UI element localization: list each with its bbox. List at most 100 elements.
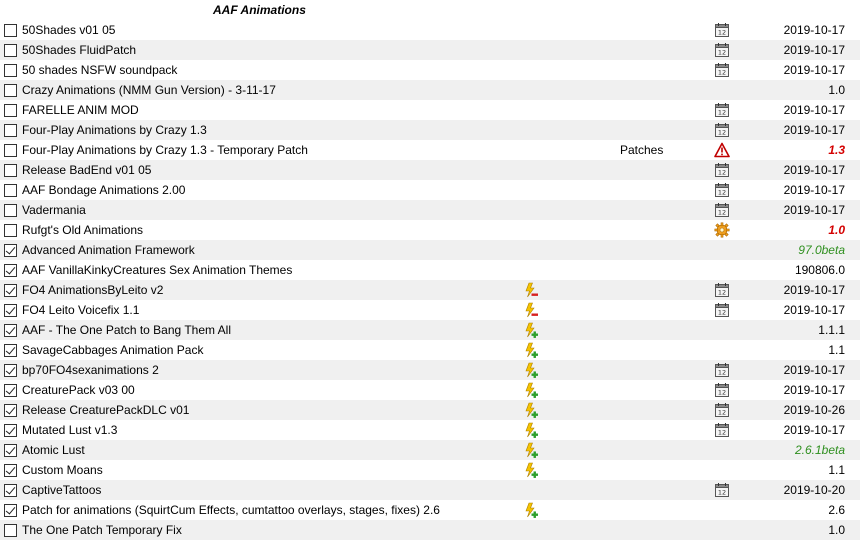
- mod-checkbox[interactable]: [4, 284, 17, 297]
- mod-row[interactable]: Atomic Lust 2.6.1beta: [0, 440, 860, 460]
- calendar-icon: 12: [714, 302, 730, 318]
- mod-version: 1.0: [828, 83, 845, 97]
- group-header[interactable]: AAF Animations: [0, 0, 860, 20]
- mod-row[interactable]: bp70FO4sexanimations 2 12 2019-10-17: [0, 360, 860, 380]
- mod-row[interactable]: 50Shades FluidPatch 12 2019-10-17: [0, 40, 860, 60]
- mod-name: Release BadEnd v01 05: [22, 163, 152, 177]
- calendar-icon: 12: [714, 22, 730, 38]
- mod-name: Advanced Animation Framework: [22, 243, 195, 257]
- svg-text:12: 12: [718, 369, 726, 377]
- mod-row[interactable]: 50 shades NSFW soundpack 12 2019-10-17: [0, 60, 860, 80]
- lightning-minus-icon: [523, 302, 539, 318]
- mod-version: 2019-10-17: [783, 363, 845, 377]
- mod-name: FO4 AnimationsByLeito v2: [22, 283, 164, 297]
- mod-row[interactable]: Rufgt's Old Animations 1.0: [0, 220, 860, 240]
- mod-name: Vadermania: [22, 203, 86, 217]
- mod-checkbox[interactable]: [4, 304, 17, 317]
- mod-checkbox[interactable]: [4, 244, 17, 257]
- mod-checkbox[interactable]: [4, 484, 17, 497]
- svg-text:12: 12: [718, 429, 726, 437]
- mod-row[interactable]: AAF - The One Patch to Bang Them All 1.1.…: [0, 320, 860, 340]
- mod-version: 2019-10-17: [783, 163, 845, 177]
- mod-checkbox[interactable]: [4, 384, 17, 397]
- mod-row[interactable]: Patch for animations (SquirtCum Effects,…: [0, 500, 860, 520]
- mod-row[interactable]: Vadermania 12 2019-10-17: [0, 200, 860, 220]
- mod-checkbox[interactable]: [4, 344, 17, 357]
- mod-row[interactable]: FARELLE ANIM MOD 12 2019-10-17: [0, 100, 860, 120]
- mod-version: 1.0: [828, 223, 845, 237]
- mod-row[interactable]: Four-Play Animations by Crazy 1.3 - Temp…: [0, 140, 860, 160]
- svg-text:12: 12: [718, 189, 726, 197]
- mod-row[interactable]: Advanced Animation Framework 97.0beta: [0, 240, 860, 260]
- mod-version: 190806.0: [794, 263, 845, 277]
- mod-checkbox[interactable]: [4, 364, 17, 377]
- mod-checkbox[interactable]: [4, 224, 17, 237]
- mod-checkbox[interactable]: [4, 64, 17, 77]
- lightning-plus-icon: [523, 382, 539, 398]
- mod-row[interactable]: FO4 AnimationsByLeito v2 12 2019-10-17: [0, 280, 860, 300]
- mod-row[interactable]: AAF Bondage Animations 2.00 12 2019-10-17: [0, 180, 860, 200]
- mod-row[interactable]: Release CreaturePackDLC v01 12 2019-10-26: [0, 400, 860, 420]
- mod-name: 50Shades FluidPatch: [22, 43, 137, 57]
- mod-checkbox[interactable]: [4, 24, 17, 37]
- lightning-plus-icon: [523, 422, 539, 438]
- group-title: AAF Animations: [213, 3, 306, 17]
- calendar-icon: 12: [714, 62, 730, 78]
- mod-checkbox[interactable]: [4, 524, 17, 537]
- svg-text:12: 12: [718, 289, 726, 297]
- mod-version: 1.1.1: [818, 323, 845, 337]
- mod-row[interactable]: Mutated Lust v1.3 12 2019-10-17: [0, 420, 860, 440]
- mod-name: Crazy Animations (NMM Gun Version) - 3-1…: [22, 83, 276, 97]
- calendar-icon: 12: [714, 182, 730, 198]
- lightning-plus-icon: [523, 362, 539, 378]
- calendar-icon: 12: [714, 382, 730, 398]
- mod-checkbox[interactable]: [4, 264, 17, 277]
- svg-text:12: 12: [718, 389, 726, 397]
- mod-checkbox[interactable]: [4, 444, 17, 457]
- calendar-icon: 12: [714, 422, 730, 438]
- mod-checkbox[interactable]: [4, 104, 17, 117]
- mod-row[interactable]: AAF VanillaKinkyCreatures Sex Animation …: [0, 260, 860, 280]
- mod-version: 2019-10-17: [783, 303, 845, 317]
- mod-checkbox[interactable]: [4, 464, 17, 477]
- mod-row[interactable]: 50Shades v01 05 12 2019-10-17: [0, 20, 860, 40]
- mod-row[interactable]: Four-Play Animations by Crazy 1.3 12 2019-…: [0, 120, 860, 140]
- calendar-icon: 12: [714, 482, 730, 498]
- mod-checkbox[interactable]: [4, 84, 17, 97]
- calendar-icon: 12: [714, 42, 730, 58]
- lightning-plus-icon: [523, 342, 539, 358]
- mod-row[interactable]: SavageCabbages Animation Pack 1.1: [0, 340, 860, 360]
- mod-name: SavageCabbages Animation Pack: [22, 343, 204, 357]
- mod-checkbox[interactable]: [4, 164, 17, 177]
- mod-version: 2.6: [828, 503, 845, 517]
- mod-checkbox[interactable]: [4, 204, 17, 217]
- mod-checkbox[interactable]: [4, 404, 17, 417]
- mod-checkbox[interactable]: [4, 144, 17, 157]
- svg-text:12: 12: [718, 489, 726, 497]
- lightning-plus-icon: [523, 462, 539, 478]
- mod-version: 2019-10-20: [783, 483, 845, 497]
- mod-row[interactable]: Crazy Animations (NMM Gun Version) - 3-1…: [0, 80, 860, 100]
- svg-text:12: 12: [718, 309, 726, 317]
- mod-row[interactable]: FO4 Leito Voicefix 1.1 12 2019-10-17: [0, 300, 860, 320]
- mod-name: Four-Play Animations by Crazy 1.3: [22, 123, 207, 137]
- mod-checkbox[interactable]: [4, 424, 17, 437]
- mod-name: 50Shades v01 05: [22, 23, 116, 37]
- mod-checkbox[interactable]: [4, 124, 17, 137]
- mod-version: 1.1: [828, 463, 845, 477]
- svg-text:12: 12: [718, 129, 726, 137]
- mod-checkbox[interactable]: [4, 504, 17, 517]
- mod-row[interactable]: CaptiveTattoos 12 2019-10-20: [0, 480, 860, 500]
- mod-row[interactable]: CreaturePack v03 00 12 2019-10-17: [0, 380, 860, 400]
- mod-checkbox[interactable]: [4, 184, 17, 197]
- mod-row[interactable]: The One Patch Temporary Fix 1.0: [0, 520, 860, 540]
- mod-row[interactable]: Custom Moans 1.1: [0, 460, 860, 480]
- mod-checkbox[interactable]: [4, 324, 17, 337]
- svg-text:12: 12: [718, 209, 726, 217]
- mod-name: FO4 Leito Voicefix 1.1: [22, 303, 140, 317]
- mod-checkbox[interactable]: [4, 44, 17, 57]
- mod-version: 2019-10-17: [783, 203, 845, 217]
- mod-row[interactable]: Release BadEnd v01 05 12 2019-10-17: [0, 160, 860, 180]
- mod-name: AAF - The One Patch to Bang Them All: [22, 323, 231, 337]
- gear-icon: [714, 222, 730, 238]
